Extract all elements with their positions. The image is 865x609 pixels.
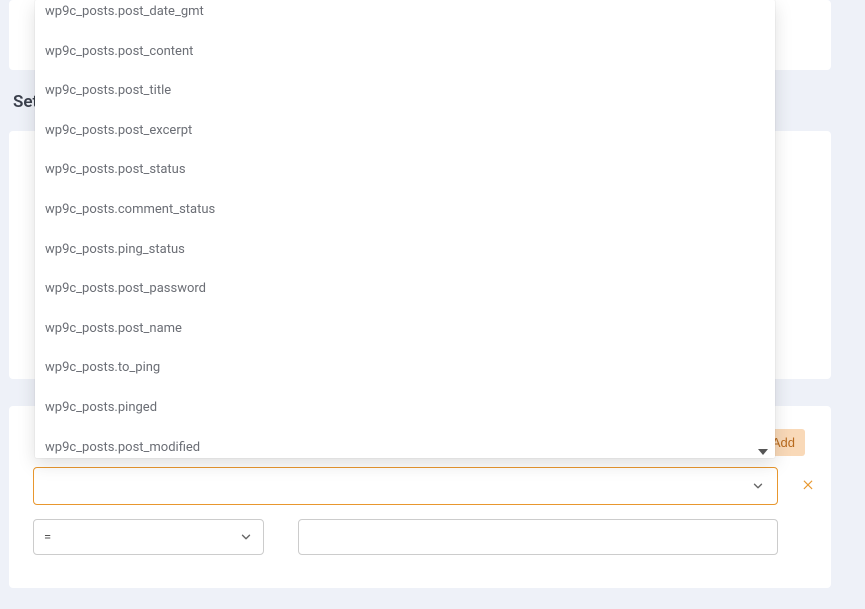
dropdown-option[interactable]: wp9c_posts.post_excerpt xyxy=(35,111,770,151)
dropdown-option[interactable]: wp9c_posts.post_status xyxy=(35,150,770,190)
operator-value: = xyxy=(44,530,51,545)
dropdown-option[interactable]: wp9c_posts.to_ping xyxy=(35,348,770,388)
remove-row-button[interactable] xyxy=(801,477,815,495)
dropdown-option[interactable]: wp9c_posts.ping_status xyxy=(35,230,770,270)
dropdown-option[interactable]: wp9c_posts.post_title xyxy=(35,71,770,111)
column-dropdown-list: wp9c_posts.post_date_gmt wp9c_posts.post… xyxy=(35,0,775,458)
dropdown-option[interactable]: wp9c_posts.post_password xyxy=(35,269,770,309)
dropdown-option[interactable]: wp9c_posts.post_modified xyxy=(35,428,770,458)
dropdown-option[interactable]: wp9c_posts.post_name xyxy=(35,309,770,349)
dropdown-triangle-icon xyxy=(758,449,768,455)
dropdown-scroll[interactable]: wp9c_posts.post_date_gmt wp9c_posts.post… xyxy=(35,0,770,458)
dropdown-option[interactable]: wp9c_posts.pinged xyxy=(35,388,770,428)
value-input[interactable] xyxy=(298,519,778,555)
dropdown-option[interactable]: wp9c_posts.comment_status xyxy=(35,190,770,230)
dropdown-option[interactable]: wp9c_posts.post_content xyxy=(35,32,770,72)
operator-select[interactable]: = xyxy=(33,519,264,555)
chevron-down-icon xyxy=(239,530,253,544)
chevron-down-icon xyxy=(751,479,765,493)
column-combobox[interactable] xyxy=(33,467,778,505)
dropdown-option[interactable]: wp9c_posts.post_date_gmt xyxy=(35,0,770,32)
